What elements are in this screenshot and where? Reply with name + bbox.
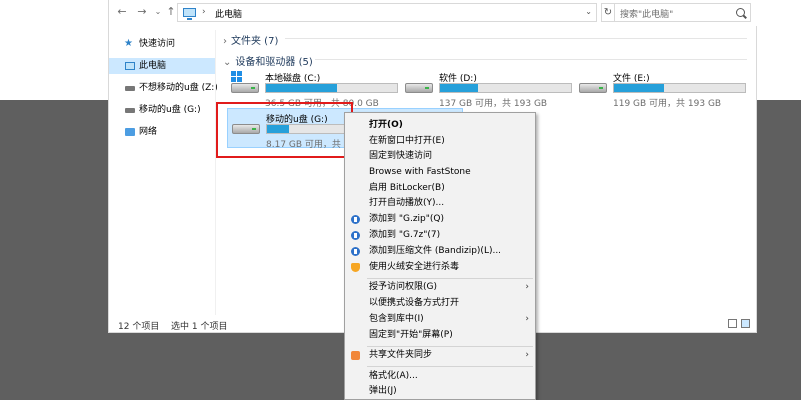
search-placeholder: 搜索"此电脑" (620, 10, 674, 20)
menu-item-pin-start[interactable]: 固定到"开始"屏幕(P) (345, 328, 535, 343)
menu-separator (367, 366, 533, 367)
menu-item-pin-quick-access[interactable]: 固定到快速访问 (345, 149, 535, 164)
menu-item-antivirus-scan[interactable]: 使用火绒安全进行杀毒 (345, 260, 535, 275)
menu-item-grant-access[interactable]: 授予访问权限(G) › (345, 280, 535, 295)
context-menu: 打开(O) 在新窗口中打开(E) 固定到快速访问 Browse with Fas… (344, 112, 536, 400)
menu-item-open[interactable]: 打开(O) (345, 118, 535, 133)
drive-e[interactable]: 文件 (E:) 119 GB 可用，共 193 GB (575, 68, 746, 109)
menu-item-bitlocker[interactable]: 启用 BitLocker(B) (345, 181, 535, 196)
sidebar-item-network[interactable]: 网络 (109, 124, 215, 140)
capacity-bar (265, 83, 398, 93)
menu-separator (367, 346, 533, 347)
drive-d[interactable]: 软件 (D:) 137 GB 可用，共 193 GB (401, 68, 572, 109)
navigation-pane: 快速访问 此电脑 不想移动的u盘 (Z:) 移动的u盘 (G:) 网络 (109, 30, 218, 315)
menu-item-autoplay[interactable]: 打开自动播放(Y)... (345, 196, 535, 211)
bandizip-icon (351, 231, 360, 240)
recent-locations-button[interactable]: ⌄ (151, 5, 165, 19)
refresh-button[interactable]: ↻ (601, 3, 615, 22)
sidebar-item-label: 不想移动的u盘 (Z:) (139, 83, 218, 93)
bandizip-icon (351, 215, 360, 224)
submenu-arrow-icon: › (525, 282, 529, 292)
chevron-down-icon: ⌄ (223, 57, 232, 68)
menu-item-faststone[interactable]: Browse with FastStone (345, 165, 535, 180)
pane-divider[interactable] (215, 30, 216, 315)
huorong-shield-icon (351, 263, 360, 272)
computer-icon (125, 62, 135, 70)
section-label: 设备和驱动器 (5) (235, 57, 313, 68)
menu-item-shared-folder-sync[interactable]: 共享文件夹同步 › (345, 348, 535, 363)
red-highlight-box (216, 102, 353, 158)
usb-drive-icon (125, 108, 135, 113)
capacity-bar (439, 83, 572, 93)
submenu-arrow-icon: › (525, 350, 529, 360)
back-button[interactable]: ← (115, 5, 129, 19)
star-icon (124, 36, 135, 52)
address-bar[interactable]: › 此电脑 ⌄ (177, 3, 597, 22)
menu-item-add-archive[interactable]: 添加到压缩文件 (Bandizip)(L)... (345, 244, 535, 259)
address-toolbar: ← → ⌄ ↑ › 此电脑 ⌄ ↻ 搜索"此电脑" (109, 0, 758, 26)
capacity-bar (613, 83, 746, 93)
hard-drive-icon (579, 80, 607, 94)
large-icons-view-icon[interactable] (741, 319, 750, 328)
sidebar-item-label: 移动的u盘 (G:) (139, 105, 201, 115)
menu-item-include-library[interactable]: 包含到库中(I) › (345, 312, 535, 327)
item-count: 12 个项目 (118, 322, 160, 332)
this-pc-icon (183, 8, 196, 20)
sidebar-item-drive-z[interactable]: 不想移动的u盘 (Z:) (109, 80, 218, 96)
hard-drive-icon (405, 80, 433, 94)
sidebar-item-drive-g[interactable]: 移动的u盘 (G:) (109, 102, 215, 118)
sidebar-item-quick-access[interactable]: 快速访问 (109, 36, 215, 52)
hard-drive-icon (231, 71, 259, 94)
view-toggle (728, 319, 752, 328)
menu-item-open-new-window[interactable]: 在新窗口中打开(E) (345, 134, 535, 149)
breadcrumb-this-pc[interactable]: 此电脑 (215, 7, 242, 20)
menu-item-add-zip[interactable]: 添加到 "G.zip"(Q) (345, 212, 535, 227)
section-devices-header[interactable]: ⌄ 设备和驱动器 (5) (223, 53, 313, 68)
submenu-arrow-icon: › (525, 314, 529, 324)
menu-item-open-portable[interactable]: 以便携式设备方式打开 (345, 296, 535, 311)
section-folders-header[interactable]: › 文件夹 (7) (223, 32, 278, 47)
chevron-right-icon: › (223, 36, 227, 47)
search-input[interactable]: 搜索"此电脑" (614, 3, 751, 22)
menu-separator (367, 278, 533, 279)
bandizip-icon (351, 247, 360, 256)
section-divider (315, 59, 747, 60)
section-label: 文件夹 (7) (231, 36, 279, 47)
sidebar-item-label: 网络 (139, 127, 158, 137)
menu-item-eject[interactable]: 弹出(J) (345, 384, 535, 399)
address-dropdown-icon[interactable]: ⌄ (585, 7, 592, 16)
sidebar-item-label: 快速访问 (139, 39, 176, 49)
menu-item-add-7z[interactable]: 添加到 "G.7z"(7) (345, 228, 535, 243)
section-divider (285, 38, 747, 39)
menu-item-format[interactable]: 格式化(A)... (345, 369, 535, 384)
sidebar-item-this-pc[interactable]: 此电脑 (109, 58, 215, 74)
network-icon (125, 128, 135, 136)
usb-drive-icon (125, 86, 135, 91)
breadcrumb-separator[interactable]: › (202, 7, 206, 17)
selection-count: 选中 1 个项目 (171, 322, 228, 332)
drive-capacity: 119 GB 可用，共 193 GB (613, 99, 722, 109)
search-icon[interactable] (736, 8, 745, 17)
details-view-icon[interactable] (728, 319, 737, 328)
forward-button[interactable]: → (135, 5, 149, 19)
sidebar-item-label: 此电脑 (139, 61, 167, 71)
up-button[interactable]: ↑ (164, 5, 178, 19)
sync-icon (351, 351, 360, 360)
